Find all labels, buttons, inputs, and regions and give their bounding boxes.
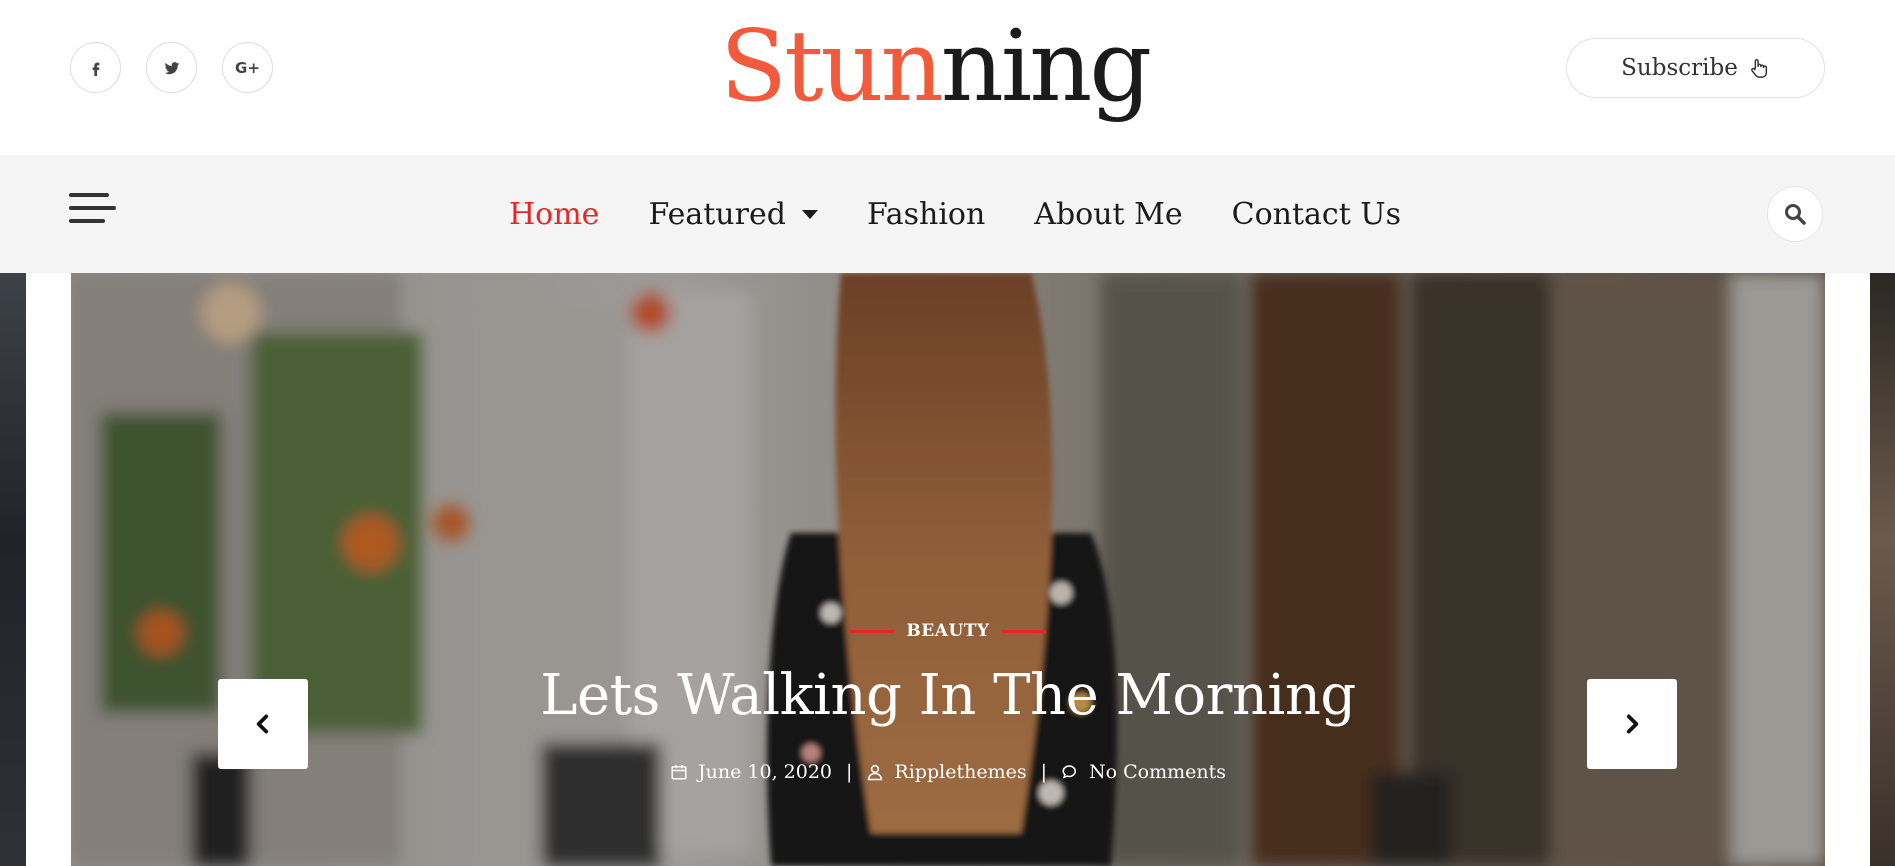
subscribe-label: Subscribe (1621, 55, 1738, 81)
calendar-icon (671, 764, 687, 780)
logo-part-2: ning (940, 10, 1152, 124)
slide[interactable]: BEAUTY Lets Walking In The Morning June … (71, 273, 1825, 866)
slider-next-button[interactable] (1587, 679, 1677, 769)
nav-item-featured[interactable]: Featured (648, 197, 818, 232)
slide-category[interactable]: BEAUTY (71, 621, 1825, 641)
twitter-link[interactable] (146, 42, 197, 93)
site-header: G+ Stunning Subscribe (0, 0, 1895, 155)
nav-item-featured-label: Featured (648, 196, 786, 232)
pointer-hand-icon (1750, 59, 1767, 78)
google-plus-icon: G+ (235, 58, 260, 77)
facebook-icon (92, 62, 99, 76)
site-logo[interactable]: Stunning (720, 2, 1152, 132)
slider-prev-button[interactable] (218, 679, 308, 769)
post-date[interactable]: June 10, 2020 (698, 761, 832, 783)
nav-item-contact-us[interactable]: Contact Us (1232, 197, 1401, 232)
search-button[interactable] (1767, 186, 1823, 242)
user-icon (868, 764, 883, 781)
nav-item-fashion[interactable]: Fashion (867, 197, 985, 232)
post-meta: June 10, 2020 | Ripplethemes | No Commen… (71, 761, 1825, 783)
previous-slide-peek (0, 273, 26, 866)
slide-title[interactable]: Lets Walking In The Morning (71, 663, 1825, 728)
nav-item-home[interactable]: Home (509, 197, 599, 232)
subscribe-button[interactable]: Subscribe (1566, 38, 1825, 98)
logo-part-1: Stun (720, 10, 944, 124)
google-plus-link[interactable]: G+ (222, 42, 273, 93)
twitter-icon (164, 61, 179, 74)
caret-down-icon (801, 209, 818, 219)
meta-separator: | (846, 761, 853, 783)
meta-separator: | (1040, 761, 1047, 783)
post-comments[interactable]: No Comments (1089, 761, 1226, 783)
next-slide-peek (1870, 273, 1895, 866)
chevron-right-icon (1626, 714, 1639, 734)
category-label: BEAUTY (906, 621, 990, 641)
category-dash-left (850, 629, 895, 633)
social-links: G+ (70, 42, 273, 93)
category-dash-right (1001, 629, 1046, 633)
nav-menu: Home Featured Fashion About Me Contact U… (509, 155, 1450, 273)
hero-slider: BEAUTY Lets Walking In The Morning June … (0, 273, 1895, 866)
hamburger-menu-icon[interactable] (69, 193, 116, 227)
nav-item-about-me[interactable]: About Me (1034, 197, 1182, 232)
facebook-link[interactable] (70, 42, 121, 93)
search-icon (1785, 204, 1806, 225)
comments-icon (1062, 765, 1076, 779)
post-author[interactable]: Ripplethemes (894, 761, 1026, 783)
main-navigation: Home Featured Fashion About Me Contact U… (0, 155, 1895, 273)
chevron-left-icon (256, 714, 269, 734)
